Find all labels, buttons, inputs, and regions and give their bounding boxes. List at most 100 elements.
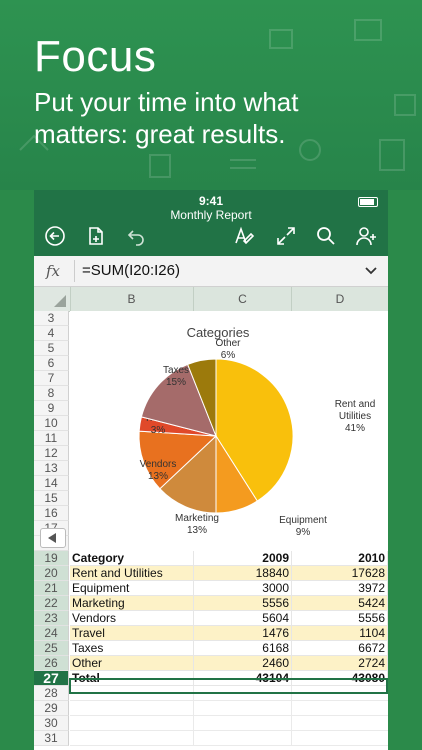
battery-icon [358, 197, 378, 207]
slice-label: Other [215, 338, 241, 349]
app-toolbar: 9:41 Monthly Report [34, 190, 388, 256]
table-cell[interactable]: Equipment [70, 581, 194, 596]
table-cell[interactable]: 2460 [194, 656, 292, 671]
total-cell[interactable]: 43080 [292, 671, 388, 686]
table-cell[interactable]: Marketing [70, 596, 194, 611]
row-header-13[interactable]: 13 [34, 461, 69, 476]
status-time: 9:41 [198, 194, 224, 208]
table-cell[interactable]: 3000 [194, 581, 292, 596]
slice-label: Utilities [339, 411, 371, 422]
row-header-30[interactable]: 30 [34, 716, 69, 731]
collapse-toggle-button[interactable] [40, 528, 66, 548]
total-cell[interactable]: Total [70, 671, 194, 686]
row-header-20[interactable]: 20 [34, 566, 69, 581]
row-gridline [70, 730, 388, 731]
row-header-27[interactable]: 27 [34, 671, 69, 686]
total-cell[interactable]: 43104 [194, 671, 292, 686]
file-icon[interactable] [84, 224, 108, 248]
table-cell[interactable]: Travel [70, 626, 194, 641]
slice-percent: 13% [187, 525, 207, 536]
row-header-29[interactable]: 29 [34, 701, 69, 716]
format-icon[interactable] [232, 224, 256, 248]
pie-chart[interactable]: Categories Rent and Utilities 41% Equipment… [70, 311, 388, 553]
row-header-7[interactable]: 7 [34, 371, 69, 386]
add-user-icon[interactable] [354, 224, 378, 248]
pie-chart-svg: Categories Rent andUtilities41%Equipment… [138, 325, 376, 538]
chevron-down-icon[interactable] [364, 263, 378, 277]
row-header-31[interactable]: 31 [34, 731, 69, 746]
row-header-6[interactable]: 6 [34, 356, 69, 371]
table-header-cell[interactable]: Category [70, 551, 194, 566]
fx-label: fx [46, 262, 61, 280]
row-header-15[interactable]: 15 [34, 491, 69, 506]
left-margin [0, 190, 34, 750]
table-cell[interactable]: 3972 [292, 581, 388, 596]
table-cell[interactable]: 5424 [292, 596, 388, 611]
table-cell[interactable]: 5556 [292, 611, 388, 626]
table-cell[interactable]: 1476 [194, 626, 292, 641]
slice-label: Equipment [279, 515, 327, 526]
row-header-12[interactable]: 12 [34, 446, 69, 461]
row-header-22[interactable]: 22 [34, 596, 69, 611]
table-cell[interactable]: Taxes [70, 641, 194, 656]
right-margin [388, 190, 422, 750]
hero-subtitle: Put your time into what matters: great r… [34, 87, 299, 149]
table-cell[interactable]: 5604 [194, 611, 292, 626]
excel-screen: 9:41 Monthly Report fx =SUM(I20:I26) B C… [34, 190, 388, 750]
row-header-9[interactable]: 9 [34, 401, 69, 416]
slice-label: Rent and [335, 399, 376, 410]
row-header-10[interactable]: 10 [34, 416, 69, 431]
slice-percent: 6% [221, 350, 236, 361]
row-gridline [70, 700, 388, 701]
table-cell[interactable]: Rent and Utilities [70, 566, 194, 581]
row-header-23[interactable]: 23 [34, 611, 69, 626]
slice-label: Vendors [140, 459, 177, 470]
select-all-corner[interactable] [34, 287, 71, 311]
table-cell[interactable]: 1104 [292, 626, 388, 641]
row-header-4[interactable]: 4 [34, 326, 69, 341]
table-cell[interactable]: 6672 [292, 641, 388, 656]
row-header-28[interactable]: 28 [34, 686, 69, 701]
table-header-cell[interactable]: 2009 [194, 551, 292, 566]
slice-percent: 9% [296, 527, 311, 538]
formula-bar[interactable]: fx =SUM(I20:I26) [34, 256, 388, 287]
row-header-14[interactable]: 14 [34, 476, 69, 491]
table-header-cell[interactable]: 2010 [292, 551, 388, 566]
table-cell[interactable]: 6168 [194, 641, 292, 656]
slice-percent: 3% [151, 425, 166, 436]
slice-percent: 41% [345, 423, 365, 434]
row-header-11[interactable]: 11 [34, 431, 69, 446]
row-header-19[interactable]: 19 [34, 551, 69, 566]
formula-divider [74, 260, 75, 282]
column-header-b[interactable]: B [70, 287, 194, 311]
row-header-16[interactable]: 16 [34, 506, 69, 521]
undo-icon[interactable] [124, 224, 148, 248]
row-header-24[interactable]: 24 [34, 626, 69, 641]
column-header-d[interactable]: D [292, 287, 388, 311]
column-headers: B C D [34, 287, 388, 312]
slice-percent: 15% [166, 377, 186, 388]
row-header-5[interactable]: 5 [34, 341, 69, 356]
formula-input[interactable]: =SUM(I20:I26) [82, 262, 180, 279]
column-header-c[interactable]: C [194, 287, 292, 311]
promo-hero: Focus Put your time into what matters: g… [0, 0, 422, 190]
search-icon[interactable] [314, 224, 338, 248]
slice-percent: 13% [148, 471, 168, 482]
row-header-25[interactable]: 25 [34, 641, 69, 656]
table-cell[interactable]: 2724 [292, 656, 388, 671]
table-cell[interactable]: 18840 [194, 566, 292, 581]
row-header-26[interactable]: 26 [34, 656, 69, 671]
hero-title: Focus [34, 32, 157, 81]
back-arrow-icon[interactable] [43, 224, 67, 248]
slice-label: Taxes [163, 365, 189, 376]
expand-icon[interactable] [274, 224, 298, 248]
row-header-8[interactable]: 8 [34, 386, 69, 401]
table-cell[interactable]: Other [70, 656, 194, 671]
table-cell[interactable]: 17628 [292, 566, 388, 581]
row-header-21[interactable]: 21 [34, 581, 69, 596]
document-title: Monthly Report [170, 208, 252, 222]
table-cell[interactable]: Vendors [70, 611, 194, 626]
table-cell[interactable]: 5556 [194, 596, 292, 611]
row-header-3[interactable]: 3 [34, 311, 69, 326]
row-gridline [70, 745, 388, 746]
